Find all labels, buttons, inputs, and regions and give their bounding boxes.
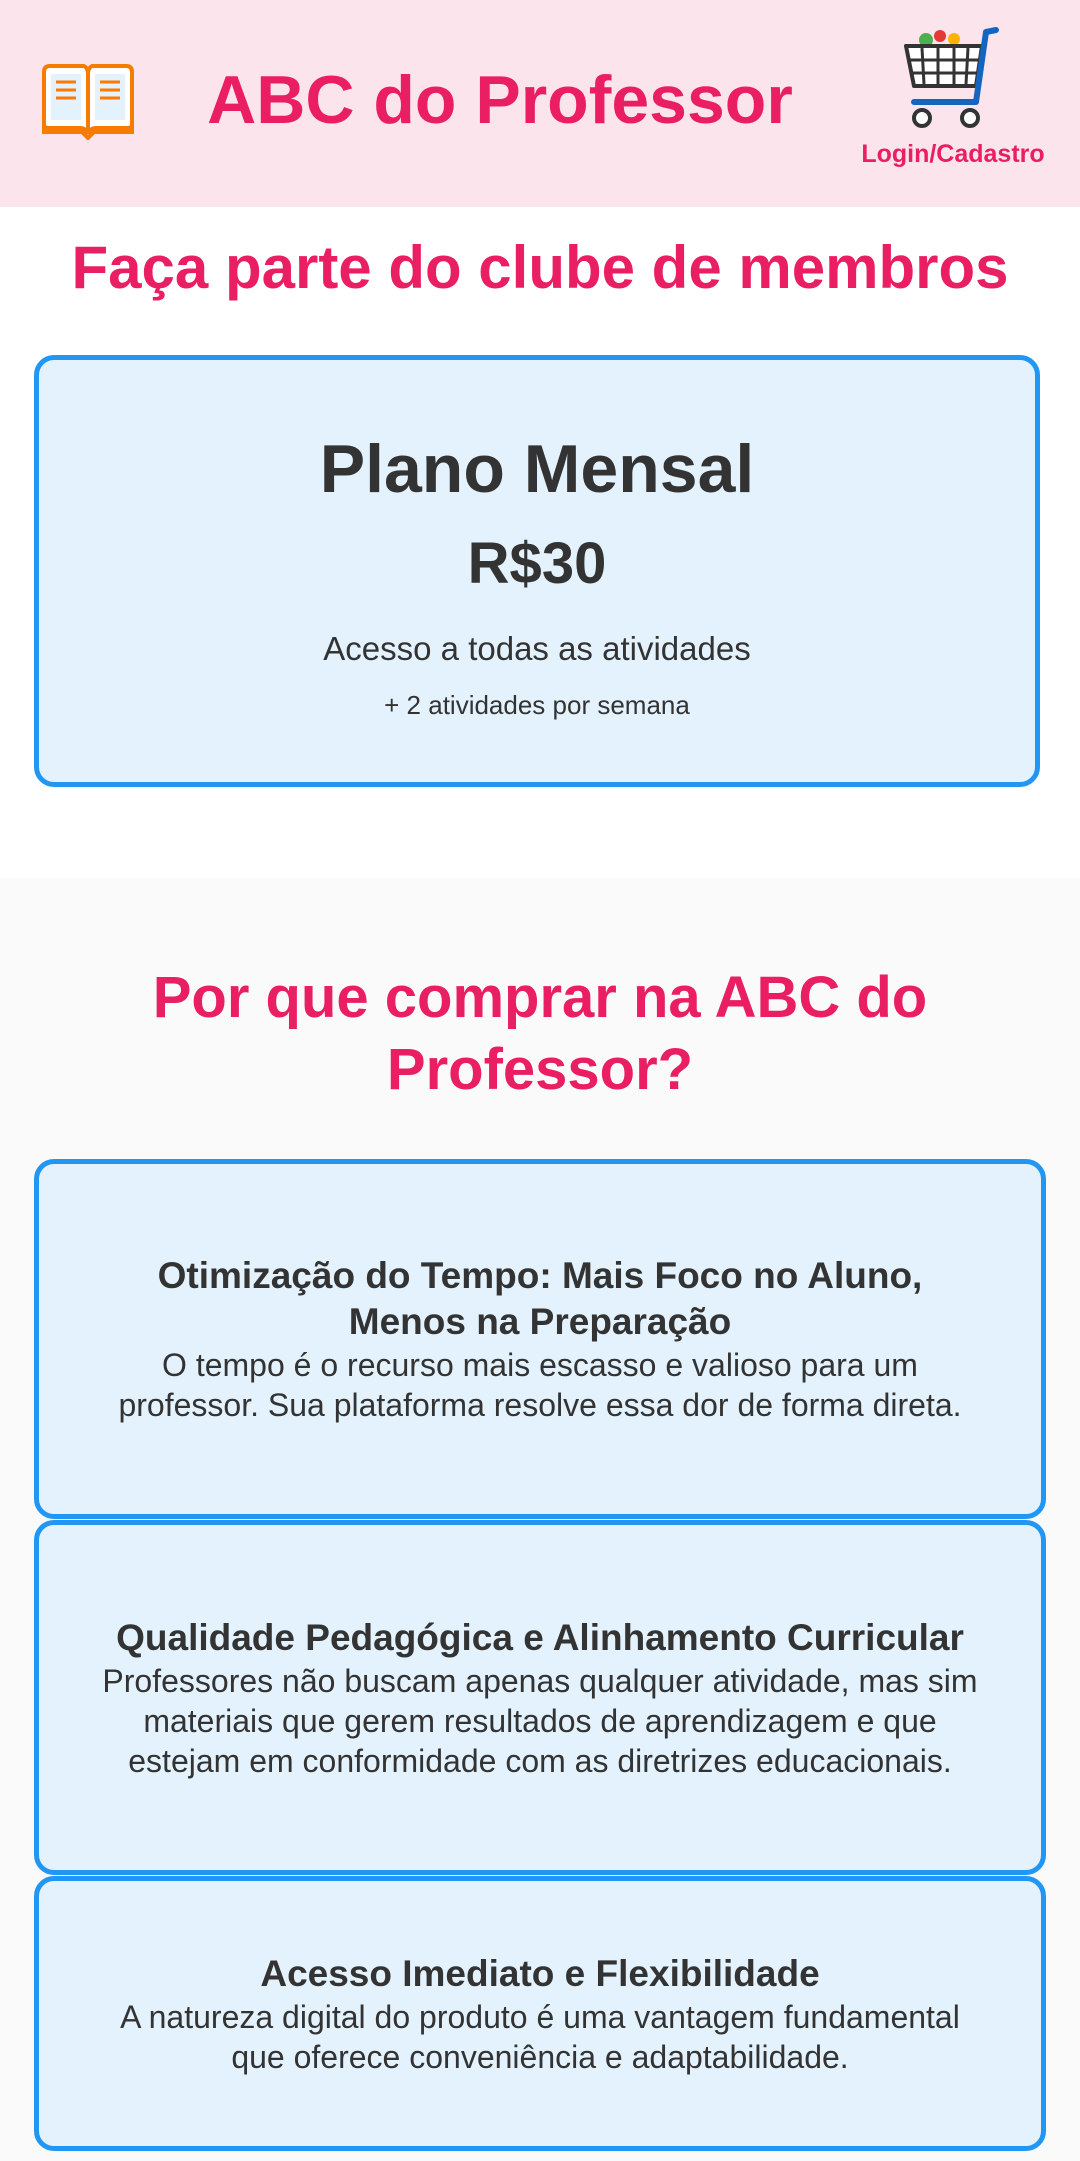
plan-extra: + 2 atividades por semana xyxy=(384,690,690,720)
club-section-title: Faça parte do clube de membros xyxy=(71,234,1009,301)
monthly-plan-card[interactable]: Plano Mensal R$30 Acesso a todas as ativ… xyxy=(34,355,1040,787)
why-section-title: Por que comprar na ABC do Professor? xyxy=(152,965,928,1102)
plan-price: R$30 xyxy=(467,531,607,596)
benefit-card: Acesso Imediato e Flexibilidade A nature… xyxy=(34,1876,1046,2151)
site-title[interactable]: ABC do Professor xyxy=(200,55,800,145)
benefit-text: Professores não buscam apenas qualquer a… xyxy=(102,1662,978,1779)
open-book-icon[interactable] xyxy=(38,58,138,140)
benefit-card: Qualidade Pedagógica e Alinhamento Curri… xyxy=(34,1520,1046,1875)
site-header: ABC do Professor Login/Cadastro xyxy=(0,0,1080,207)
benefit-heading: Otimização do Tempo: Mais Foco no Aluno,… xyxy=(157,1255,923,1342)
benefit-text: A natureza digital do produto é uma vant… xyxy=(120,1998,960,2075)
login-cart-link[interactable]: Login/Cadastro xyxy=(848,24,1058,174)
benefit-card: Otimização do Tempo: Mais Foco no Aluno,… xyxy=(34,1159,1046,1519)
shopping-cart-icon[interactable] xyxy=(900,24,1000,134)
benefit-heading: Qualidade Pedagógica e Alinhamento Curri… xyxy=(116,1616,964,1658)
benefit-heading: Acesso Imediato e Flexibilidade xyxy=(260,1952,820,1994)
plan-description: Acesso a todas as atividades xyxy=(323,630,751,667)
benefit-text: O tempo é o recurso mais escasso e valio… xyxy=(118,1347,962,1423)
plan-name: Plano Mensal xyxy=(319,431,755,507)
login-register-link[interactable]: Login/Cadastro xyxy=(848,140,1058,169)
